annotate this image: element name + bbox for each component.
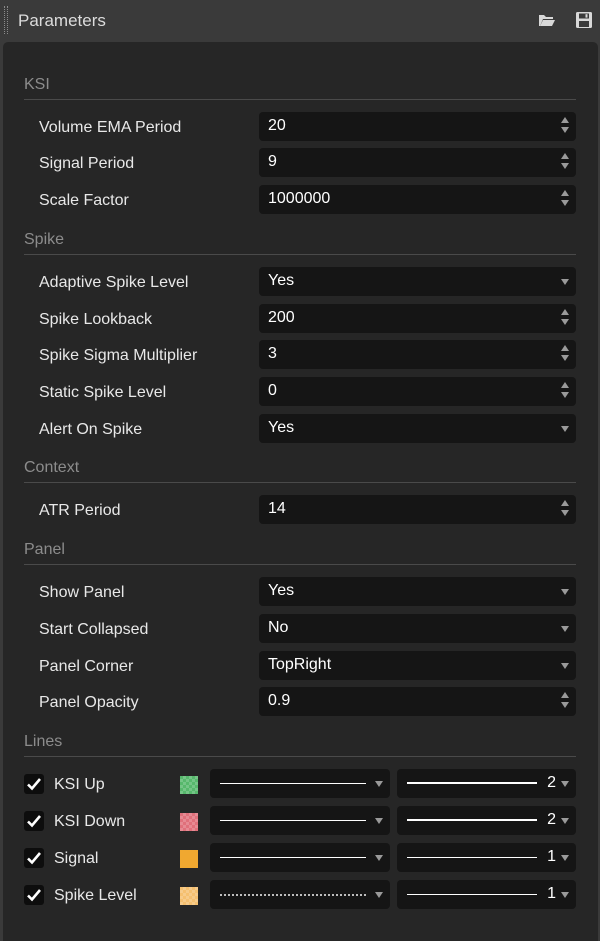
signal-width-select[interactable]: 1 [397, 843, 576, 872]
spike-lookback-input[interactable]: 200 [259, 304, 576, 333]
section-title-ksi: KSI [24, 76, 50, 93]
spike-level-style-select[interactable] [210, 880, 390, 909]
chevron-down-icon [561, 426, 569, 432]
spinner-icon[interactable] [561, 500, 570, 520]
scale-factor-label: Scale Factor [39, 192, 129, 209]
adaptive-spike-level-select[interactable]: Yes [259, 267, 576, 296]
line-width-sample [407, 782, 537, 784]
alert-on-spike-select[interactable]: Yes [259, 414, 576, 443]
signal-period-input[interactable]: 9 [259, 148, 576, 177]
divider [24, 254, 576, 255]
spinner-icon[interactable] [561, 382, 570, 402]
section-title-lines: Lines [24, 733, 63, 750]
parameters-panel: KSI Volume EMA Period 20 Signal Period 9… [3, 42, 598, 941]
adaptive-spike-level-label: Adaptive Spike Level [39, 274, 189, 291]
spike-level-color-swatch[interactable] [180, 887, 198, 905]
spinner-icon[interactable] [561, 117, 570, 137]
chevron-down-icon [561, 781, 569, 787]
start-collapsed-select[interactable]: No [259, 614, 576, 643]
panel-opacity-input[interactable]: 0.9 [259, 687, 576, 716]
static-spike-level-label: Static Spike Level [39, 384, 167, 401]
ksi-down-label: KSI Down [54, 813, 126, 830]
spinner-icon[interactable] [561, 309, 570, 329]
signal-checkbox[interactable] [24, 848, 44, 868]
atr-period-input[interactable]: 14 [259, 495, 576, 524]
show-panel-label: Show Panel [39, 584, 125, 601]
section-title-spike: Spike [24, 231, 65, 248]
chevron-down-icon [561, 626, 569, 632]
ksi-up-label: KSI Up [54, 776, 105, 793]
divider [24, 756, 576, 757]
checkmark-icon [27, 815, 41, 828]
chevron-down-icon [561, 663, 569, 669]
ksi-down-style-select[interactable] [210, 806, 390, 835]
spike-sigma-multiplier-input[interactable]: 3 [259, 340, 576, 369]
ksi-up-color-swatch[interactable] [180, 776, 198, 794]
line-style-sample [220, 820, 366, 821]
line-style-sample [220, 894, 366, 896]
spike-lookback-label: Spike Lookback [39, 311, 152, 328]
line-width-sample [407, 819, 537, 821]
signal-color-swatch[interactable] [180, 850, 198, 868]
checkmark-icon [27, 889, 41, 902]
window-title: Parameters [18, 11, 106, 30]
spinner-icon[interactable] [561, 692, 570, 712]
alert-on-spike-label: Alert On Spike [39, 421, 143, 438]
signal-label: Signal [54, 850, 99, 867]
chevron-down-icon [375, 892, 383, 898]
atr-period-label: ATR Period [39, 502, 121, 519]
chevron-down-icon [561, 818, 569, 824]
ksi-down-checkbox[interactable] [24, 811, 44, 831]
checkmark-icon [27, 852, 41, 865]
static-spike-level-input[interactable]: 0 [259, 377, 576, 406]
chevron-down-icon [375, 781, 383, 787]
spike-level-checkbox[interactable] [24, 885, 44, 905]
spike-level-label: Spike Level [54, 887, 137, 904]
chevron-down-icon [561, 589, 569, 595]
ksi-down-width-select[interactable]: 2 [397, 806, 576, 835]
panel-opacity-label: Panel Opacity [39, 694, 139, 711]
spinner-icon[interactable] [561, 345, 570, 365]
panel-corner-select[interactable]: TopRight [259, 651, 576, 680]
start-collapsed-label: Start Collapsed [39, 621, 149, 638]
ksi-up-checkbox[interactable] [24, 774, 44, 794]
save-icon[interactable] [575, 11, 593, 29]
spike-level-width-select[interactable]: 1 [397, 880, 576, 909]
folder-open-icon[interactable] [538, 11, 556, 29]
chevron-down-icon [375, 855, 383, 861]
section-title-context: Context [24, 459, 80, 476]
spike-sigma-multiplier-label: Spike Sigma Multiplier [39, 347, 198, 364]
divider [24, 482, 576, 483]
volume-ema-period-label: Volume EMA Period [39, 119, 182, 136]
title-bar: Parameters [0, 0, 600, 41]
ksi-down-color-swatch[interactable] [180, 813, 198, 831]
section-title-panel: Panel [24, 541, 65, 558]
show-panel-select[interactable]: Yes [259, 577, 576, 606]
signal-period-label: Signal Period [39, 155, 135, 172]
line-style-sample [220, 783, 366, 784]
volume-ema-period-input[interactable]: 20 [259, 112, 576, 141]
spinner-icon[interactable] [561, 153, 570, 173]
ksi-up-width-select[interactable]: 2 [397, 769, 576, 798]
drag-handle[interactable] [4, 6, 8, 34]
line-style-sample [220, 857, 366, 858]
chevron-down-icon [561, 279, 569, 285]
signal-style-select[interactable] [210, 843, 390, 872]
scale-factor-input[interactable]: 1000000 [259, 185, 576, 214]
ksi-up-style-select[interactable] [210, 769, 390, 798]
chevron-down-icon [561, 892, 569, 898]
chevron-down-icon [375, 818, 383, 824]
panel-corner-label: Panel Corner [39, 658, 134, 675]
checkmark-icon [27, 778, 41, 791]
divider [24, 564, 576, 565]
line-width-sample [407, 894, 537, 895]
divider [24, 99, 576, 100]
line-width-sample [407, 857, 537, 858]
spinner-icon[interactable] [561, 190, 570, 210]
chevron-down-icon [561, 855, 569, 861]
